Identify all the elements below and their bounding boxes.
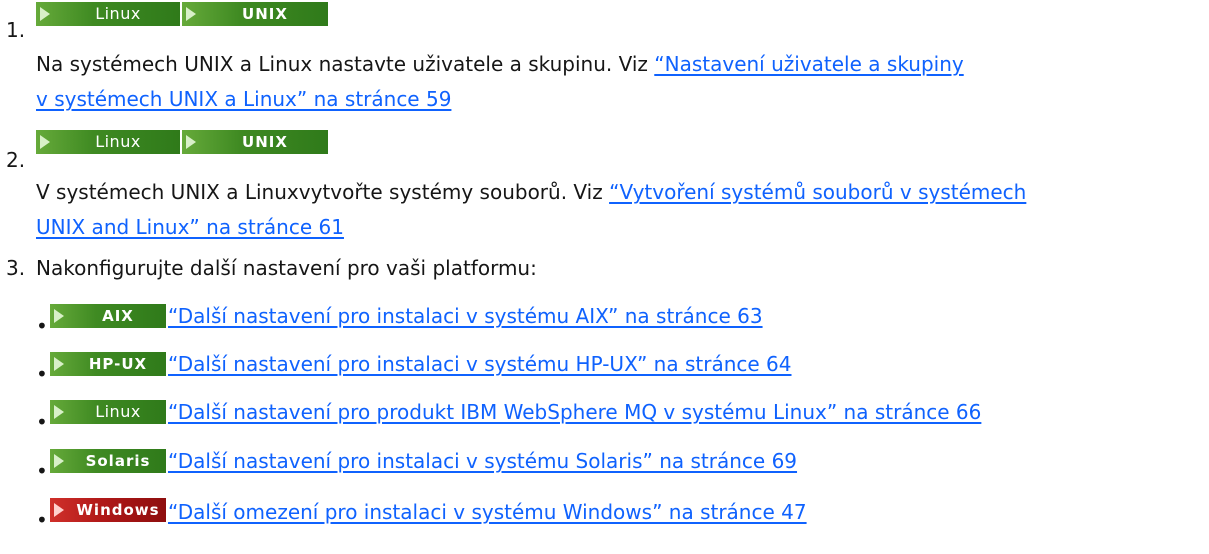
linux-badge: Linux bbox=[36, 128, 180, 156]
arrow-icon bbox=[54, 503, 64, 517]
step-number: 3. bbox=[6, 256, 26, 280]
aix-setup-link[interactable]: “Další nastavení pro instalaci v systému… bbox=[168, 304, 763, 328]
step-number: 2. bbox=[6, 148, 26, 172]
step-text: Nakonfigurujte další nastavení pro vaši … bbox=[36, 256, 537, 280]
step-text: Na systémech UNIX a Linux nastavte uživa… bbox=[36, 52, 964, 76]
bullet-icon: • bbox=[36, 508, 48, 532]
arrow-icon bbox=[54, 405, 64, 419]
arrow-icon bbox=[40, 135, 50, 149]
arrow-icon bbox=[54, 309, 64, 323]
arrow-icon bbox=[40, 7, 50, 21]
solaris-setup-link[interactable]: “Další nastavení pro instalaci v systému… bbox=[168, 449, 797, 473]
bullet-icon: • bbox=[36, 362, 48, 386]
linux-setup-link[interactable]: “Další nastavení pro produkt IBM WebSphe… bbox=[168, 400, 981, 424]
aix-badge: AIX bbox=[50, 302, 166, 330]
windows-restrictions-link[interactable]: “Další omezení pro instalaci v systému W… bbox=[168, 500, 807, 524]
linux-badge: Linux bbox=[50, 398, 166, 426]
step-number: 1. bbox=[6, 18, 26, 42]
arrow-icon bbox=[54, 357, 64, 371]
windows-badge: Windows bbox=[50, 496, 166, 524]
linux-badge: Linux bbox=[36, 0, 180, 28]
arrow-icon bbox=[186, 135, 196, 149]
user-group-setup-link[interactable]: “Nastavení uživatele a skupiny bbox=[654, 52, 963, 76]
bullet-icon: • bbox=[36, 314, 48, 338]
arrow-icon bbox=[186, 7, 196, 21]
unix-badge: UNIX bbox=[182, 128, 328, 156]
arrow-icon bbox=[54, 454, 64, 468]
unix-badge: UNIX bbox=[182, 0, 328, 28]
bullet-icon: • bbox=[36, 410, 48, 434]
bullet-icon: • bbox=[36, 459, 48, 483]
hpux-setup-link[interactable]: “Další nastavení pro instalaci v systému… bbox=[168, 352, 792, 376]
step-text: V systémech UNIX a Linuxvytvořte systémy… bbox=[36, 180, 1027, 204]
filesystem-create-link[interactable]: “Vytvoření systémů souborů v systémech bbox=[609, 180, 1026, 204]
hpux-badge: HP-UX bbox=[50, 350, 166, 378]
user-group-setup-link-cont[interactable]: v systémech UNIX a Linux” na stránce 59 bbox=[36, 87, 451, 111]
solaris-badge: Solaris bbox=[50, 447, 166, 475]
filesystem-create-link-cont[interactable]: UNIX and Linux” na stránce 61 bbox=[36, 215, 344, 239]
